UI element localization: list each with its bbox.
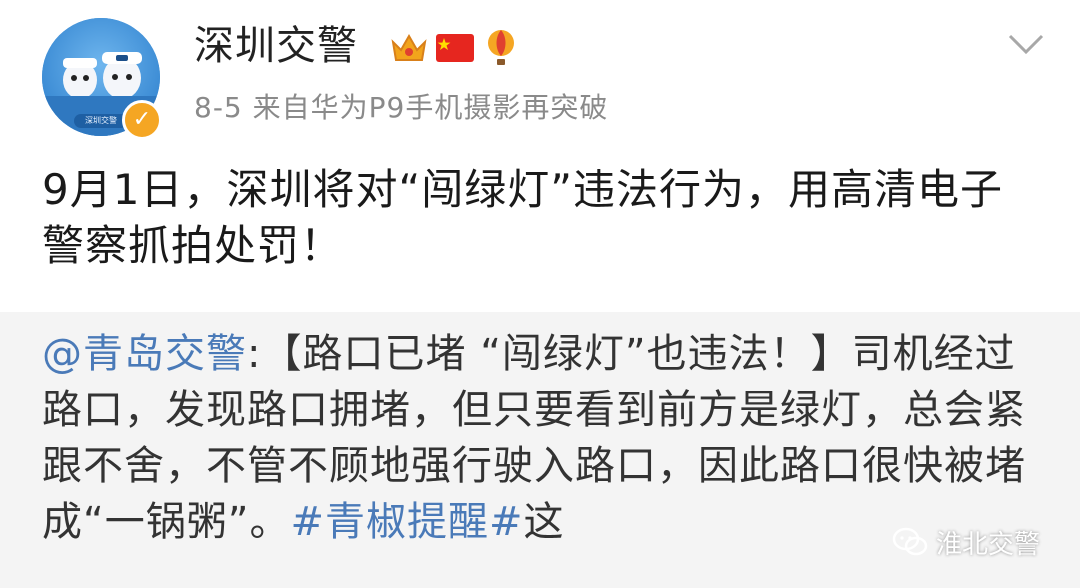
- user-badges: [390, 26, 520, 70]
- post-content: 9月1日，深圳将对“闯绿灯”违法行为，用高清电子警察抓拍处罚！: [42, 165, 1003, 270]
- avatar-sign: 深圳交警: [74, 114, 128, 128]
- post-meta: 8-5 来自华为P9手机摄影再突破: [194, 91, 609, 124]
- topic-link[interactable]: #青椒提醒#: [290, 499, 523, 545]
- watermark-text: 淮北交警: [936, 529, 1041, 560]
- wechat-icon: [892, 527, 928, 556]
- verified-badge-icon: ✓: [122, 100, 162, 140]
- repost-tail: 这: [523, 499, 565, 545]
- hot-air-balloon-icon[interactable]: [482, 29, 520, 67]
- repost-text-block: @青岛交警:【路口已堵 “闯绿灯”也违法！】司机经过路口，发现路口拥堵，但只要看…: [42, 326, 1032, 550]
- china-flag-icon[interactable]: [436, 29, 474, 67]
- author-name[interactable]: 深圳交警: [194, 20, 358, 72]
- chevron-down-icon[interactable]: [1006, 30, 1046, 58]
- mention-link[interactable]: @青岛交警: [42, 331, 247, 377]
- crown-icon[interactable]: [390, 29, 428, 67]
- watermark: 淮北交警: [892, 522, 1040, 562]
- weibo-post: 深圳交警 ✓ 深圳交警 8-5 来自华为P9手机摄影再突破 9月1日，深圳将对“…: [0, 0, 1080, 300]
